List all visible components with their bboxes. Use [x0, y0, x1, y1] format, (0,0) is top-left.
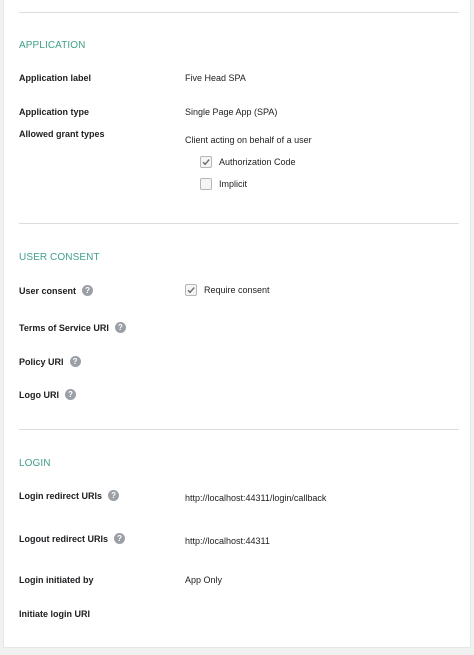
tos-uri-label: Terms of Service URI: [19, 322, 109, 333]
settings-panel: APPLICATION Application label Five Head …: [3, 0, 471, 648]
logo-uri-label: Logo URI: [19, 389, 59, 400]
logout-redirect-label-row: Logout redirect URIs ?: [19, 533, 126, 544]
initiate-login-uri-label: Initiate login URI: [19, 609, 90, 619]
check-icon: [202, 159, 210, 166]
help-icon[interactable]: ?: [114, 533, 126, 544]
implicit-label: Implicit: [219, 179, 248, 189]
authorization-code-checkbox[interactable]: [200, 156, 212, 168]
require-consent-option[interactable]: Require consent: [185, 284, 270, 296]
grant-authorization-code[interactable]: Authorization Code: [200, 156, 296, 168]
help-icon[interactable]: ?: [114, 322, 126, 333]
application-type-label: Application type: [19, 107, 90, 117]
user-consent-section-title: USER CONSENT: [19, 252, 100, 263]
grant-types-label: Allowed grant types: [19, 129, 105, 139]
application-divider: [19, 223, 459, 224]
help-icon[interactable]: ?: [69, 356, 81, 367]
policy-uri-label-row: Policy URI ?: [19, 356, 81, 367]
require-consent-label: Require consent: [204, 285, 270, 295]
login-section-title: LOGIN: [19, 458, 51, 469]
login-redirect-label-row: Login redirect URIs ?: [19, 490, 120, 501]
grant-types-subtitle: Client acting on behalf of a user: [185, 135, 312, 145]
logo-uri-label-row: Logo URI ?: [19, 389, 76, 400]
help-icon[interactable]: ?: [82, 285, 94, 296]
application-type-value: Single Page App (SPA): [185, 107, 278, 117]
implicit-checkbox[interactable]: [200, 178, 212, 190]
tos-uri-label-row: Terms of Service URI ?: [19, 322, 126, 333]
help-icon[interactable]: ?: [108, 490, 120, 501]
logout-redirect-label: Logout redirect URIs: [19, 533, 109, 544]
application-label-label: Application label: [19, 73, 92, 83]
policy-uri-label: Policy URI: [19, 356, 64, 367]
login-initiated-value: App Only: [185, 575, 223, 585]
require-consent-checkbox[interactable]: [185, 284, 197, 296]
user-consent-label: User consent: [19, 285, 77, 296]
top-divider: [19, 12, 459, 13]
login-redirect-value: http://localhost:44311/login/callback: [185, 493, 327, 503]
logout-redirect-value: http://localhost:44311: [185, 536, 270, 546]
consent-divider: [19, 429, 459, 430]
application-label-value: Five Head SPA: [185, 73, 246, 83]
user-consent-label-row: User consent ?: [19, 285, 94, 296]
login-redirect-label: Login redirect URIs: [19, 490, 103, 501]
authorization-code-label: Authorization Code: [219, 157, 296, 167]
application-section-title: APPLICATION: [19, 40, 86, 51]
grant-implicit[interactable]: Implicit: [200, 178, 247, 190]
check-icon: [187, 287, 195, 294]
login-initiated-label: Login initiated by: [19, 575, 94, 585]
help-icon[interactable]: ?: [65, 389, 76, 400]
